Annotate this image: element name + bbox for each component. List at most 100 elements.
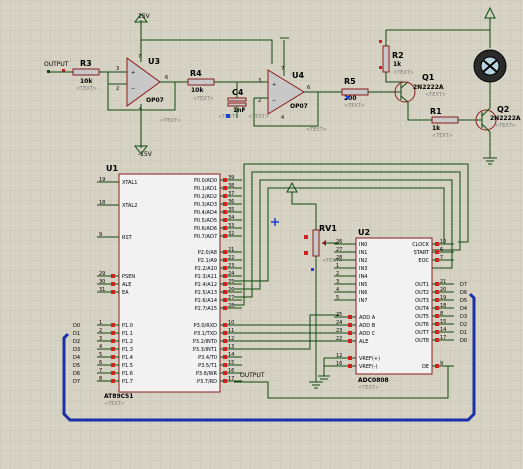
pin-marker xyxy=(111,339,115,343)
pin-number: 26 xyxy=(336,239,342,245)
pin-name: P2.0/A8 xyxy=(198,250,217,256)
pin-number: 16 xyxy=(336,361,342,367)
svg-text:2N2222A: 2N2222A xyxy=(413,84,444,91)
net-label: D5 xyxy=(460,298,467,304)
pin-number: 28 xyxy=(336,255,342,261)
pin-number: 9 xyxy=(440,361,443,367)
pin-marker xyxy=(348,339,352,343)
pin-number: 27 xyxy=(336,247,342,253)
pin-name: IN1 xyxy=(359,250,367,256)
pin-number: 37 xyxy=(228,191,234,197)
pin-number: 13 xyxy=(228,344,234,350)
pin-marker xyxy=(223,218,227,222)
pin-name: EA xyxy=(122,290,129,296)
net-label: D4 xyxy=(460,306,467,312)
pin-name: P2.2/A10 xyxy=(195,266,217,272)
pin-marker xyxy=(348,323,352,327)
svg-text:OP07: OP07 xyxy=(290,103,308,110)
pin-name: XTAL2 xyxy=(122,203,137,209)
pin-number: 10 xyxy=(228,320,234,326)
pin-number: 21 xyxy=(440,279,446,285)
pin-marker xyxy=(223,379,227,383)
pin-number: 39 xyxy=(228,175,234,181)
net-label: D4 xyxy=(73,355,80,361)
net-label: D6 xyxy=(460,290,467,296)
svg-text:C4: C4 xyxy=(232,88,244,97)
pin-name: IN2 xyxy=(359,258,367,264)
pin-marker xyxy=(111,347,115,351)
svg-text:OP07: OP07 xyxy=(146,97,164,104)
pin-marker xyxy=(223,186,227,190)
pin-marker xyxy=(435,306,439,310)
pin-name: P1.4 xyxy=(122,355,133,361)
svg-text:R1: R1 xyxy=(430,107,442,116)
svg-text:Q2: Q2 xyxy=(497,105,509,114)
pin-name: IN0 xyxy=(359,242,367,248)
pin-marker xyxy=(223,323,227,327)
pin-name: P0.3/AD3 xyxy=(194,202,217,208)
pin-name: P3.6/WR xyxy=(196,371,218,377)
pin-marker xyxy=(111,282,115,286)
pin-name: P3.5/T1 xyxy=(198,363,217,369)
pin-marker xyxy=(223,266,227,270)
svg-text:<TEXT>: <TEXT> xyxy=(495,123,516,129)
vee-label: -15V xyxy=(138,151,153,158)
pin-marker xyxy=(435,330,439,334)
pin-number: 14 xyxy=(440,327,446,333)
net-label: D1 xyxy=(460,330,467,336)
pin-name: XTAL1 xyxy=(122,180,137,186)
svg-text:2: 2 xyxy=(116,86,119,92)
net-label: D7 xyxy=(460,282,467,288)
svg-text:<TEXT>: <TEXT> xyxy=(344,103,365,109)
svg-text:Q1: Q1 xyxy=(422,73,435,82)
svg-text:<TEXT>: <TEXT> xyxy=(193,96,214,102)
pin-name: OUT6 xyxy=(415,322,429,328)
pin-marker xyxy=(223,298,227,302)
pin-number: 3 xyxy=(99,336,102,342)
pin-name: P0.4/AD4 xyxy=(194,210,217,216)
pin-name: VREF(+) xyxy=(359,356,380,362)
pin-name: P1.3 xyxy=(122,347,133,353)
net-label: D0 xyxy=(73,323,80,329)
pin-marker xyxy=(223,282,227,286)
svg-text:R3: R3 xyxy=(80,59,92,68)
pin-marker xyxy=(111,355,115,359)
pin-name: P2.5/A13 xyxy=(195,290,217,296)
svg-text:3: 3 xyxy=(258,78,261,84)
svg-text:<TEXT>: <TEXT> xyxy=(425,92,446,98)
pin-marker xyxy=(223,371,227,375)
pin-name: ALE xyxy=(359,339,368,345)
pin-name: P0.6/AD6 xyxy=(194,226,217,232)
pin-number: 18 xyxy=(99,200,105,206)
svg-text:1k: 1k xyxy=(432,125,441,132)
pin-name: P2.3/A11 xyxy=(195,274,217,280)
pin-number: 23 xyxy=(336,328,342,334)
pin-name: IN5 xyxy=(359,282,367,288)
pin-name: EOC xyxy=(418,258,429,264)
pin-marker xyxy=(435,250,439,254)
net-label: D3 xyxy=(460,314,467,320)
pin-number: 4 xyxy=(336,287,339,293)
pin-name: P0.7/AD7 xyxy=(194,234,217,240)
svg-text:4: 4 xyxy=(281,115,284,121)
pin-number: 22 xyxy=(228,255,234,261)
pin-number: 25 xyxy=(336,312,342,318)
pin-number: 23 xyxy=(228,263,234,269)
pin-number: 8 xyxy=(440,311,443,317)
pin-name: OUT3 xyxy=(415,298,429,304)
pin-number: 8 xyxy=(99,376,102,382)
pin-number: 6 xyxy=(99,360,102,366)
svg-text:−: − xyxy=(272,98,276,104)
pin-marker xyxy=(111,323,115,327)
svg-text:<TEXT>: <TEXT> xyxy=(160,118,181,124)
svg-text:2N2222A: 2N2222A xyxy=(490,115,521,122)
svg-text:AT89C51: AT89C51 xyxy=(104,393,133,400)
pin-name: P1.7 xyxy=(122,379,133,385)
pin-marker xyxy=(223,202,227,206)
pin-name: P2.6/A14 xyxy=(195,298,217,304)
schematic-canvas[interactable]: OUTPUT R3 10k <TEXT> U3 + − 3 2 6 7 4 OP… xyxy=(0,0,523,469)
pin-number: 27 xyxy=(228,295,234,301)
pin-number: 10 xyxy=(440,239,446,245)
pin-number: 28 xyxy=(228,303,234,309)
pin-number: 5 xyxy=(99,352,102,358)
